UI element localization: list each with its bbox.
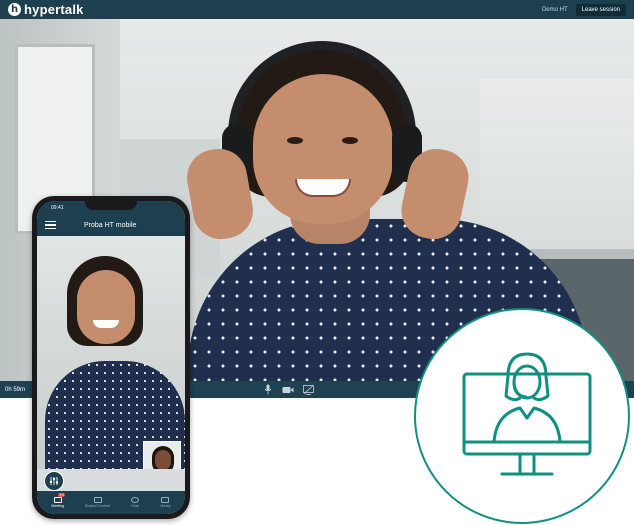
call-timer: 0h 59m [5, 386, 26, 393]
mobile-screen: 09:41 Proba HT mobile 1:0 Meeting Shared… [37, 201, 185, 514]
phone-notch [85, 201, 137, 210]
chat-icon [130, 497, 139, 503]
online-consultant-monitor-icon [462, 352, 592, 476]
tab-label: Chat [131, 504, 139, 508]
self-view-face [155, 450, 171, 469]
screen-share-icon[interactable] [302, 384, 314, 395]
audio-settings-button[interactable] [44, 471, 64, 491]
mobile-tab-bar: 1:0 Meeting Shared Content Chat Library [37, 491, 185, 514]
tab-label: Library [159, 504, 171, 508]
mobile-clock: 09:41 [51, 204, 64, 211]
mobile-device: 09:41 Proba HT mobile 1:0 Meeting Shared… [32, 196, 190, 519]
headset-band [228, 41, 416, 161]
tab-label: Shared Content [84, 504, 111, 508]
meeting-badge: 1:0 [58, 493, 66, 497]
mobile-participant-smile [93, 320, 119, 328]
hypertalk-logo: h hypertalk [8, 2, 84, 17]
session-name: Demo HT [541, 6, 568, 13]
equalizer-icon [49, 477, 59, 485]
leave-session-button[interactable]: Leave session [575, 3, 626, 16]
mic-icon[interactable] [262, 384, 274, 395]
self-view-thumbnail[interactable] [143, 441, 181, 469]
call-controls [262, 384, 314, 395]
hamburger-menu-icon[interactable] [45, 221, 56, 229]
tab-shared-content[interactable]: Shared Content [85, 497, 110, 508]
mobile-session-title: Proba HT mobile [84, 221, 137, 229]
shared-content-icon [93, 497, 102, 503]
mobile-video-feed [37, 236, 185, 469]
header-actions: Demo HT Leave session [541, 3, 626, 16]
tab-library[interactable]: Library [160, 497, 171, 508]
camera-icon[interactable] [282, 384, 294, 395]
app-header: h hypertalk Demo HT Leave session [0, 0, 634, 19]
brand-name: hypertalk [24, 2, 84, 17]
tab-chat[interactable]: Chat [130, 497, 139, 508]
online-consultant-badge [414, 308, 630, 524]
tab-label: Meeting [51, 504, 65, 508]
library-icon [161, 497, 170, 503]
mobile-header: Proba HT mobile [37, 214, 185, 236]
meeting-icon [53, 497, 62, 503]
mobile-participant-face [77, 270, 135, 344]
logo-mark: h [8, 3, 21, 16]
tab-meeting[interactable]: 1:0 Meeting [51, 493, 66, 508]
